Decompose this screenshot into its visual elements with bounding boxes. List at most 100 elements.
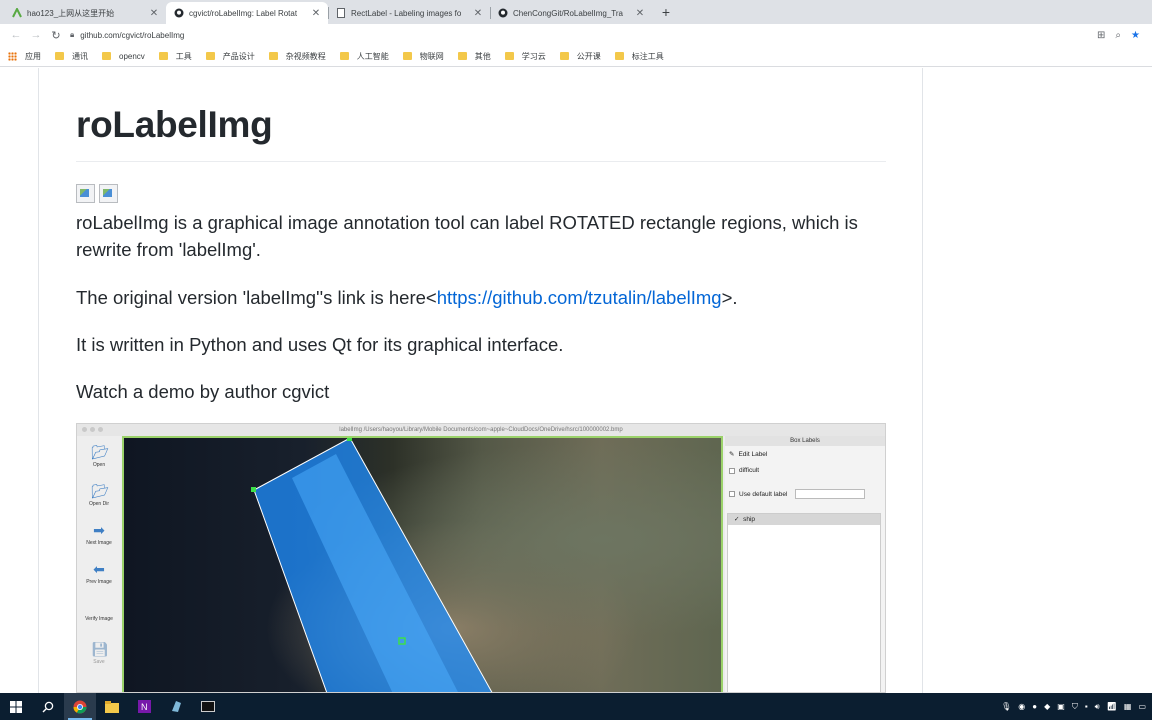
tray-app-icon[interactable]: ▪ (1085, 702, 1088, 711)
paragraph-text: >. (721, 287, 738, 308)
forward-icon[interactable]: → (26, 25, 46, 45)
demo-image-canvas (122, 436, 723, 692)
tray-app-icon[interactable]: ▦ (1124, 702, 1132, 711)
back-icon[interactable]: ← (6, 25, 26, 45)
notifications-icon[interactable]: ▭ (1138, 702, 1146, 711)
volume-icon[interactable]: 🔊︎ (1095, 702, 1100, 712)
demo-screenshot[interactable]: labelImg /Users/haoyou/Library/Mobile Do… (76, 423, 886, 693)
title-divider (76, 161, 886, 162)
new-tab-button[interactable]: + (656, 2, 676, 22)
url-text: github.com/cgvict/roLabelImg (80, 30, 185, 40)
tool-label: Open (92, 462, 106, 468)
broken-image-icon[interactable] (76, 184, 95, 203)
labelimg-link[interactable]: https://github.com/tzutalin/labelImg (437, 287, 722, 308)
bookmark-label: 标注工具 (631, 51, 664, 61)
address-bar[interactable]: 🔒︎ github.com/cgvict/roLabelImg (70, 26, 1091, 44)
network-icon[interactable]: 📶︎ (1107, 702, 1117, 711)
folder-icon (457, 52, 467, 60)
bookmark-label: 学习云 (521, 51, 546, 61)
terminal-icon[interactable] (192, 693, 224, 720)
demo-window-title: labelImg /Users/haoyou/Library/Mobile Do… (339, 427, 623, 433)
label-list-item: ✓ ship (728, 514, 880, 525)
folder-icon (614, 52, 624, 60)
tab-title: ChenCongGit/RoLabelImg_Tra (513, 8, 623, 18)
windows-start-icon[interactable] (0, 693, 32, 720)
reload-icon[interactable]: ↻ (46, 25, 66, 45)
chrome-icon[interactable] (64, 693, 96, 720)
rotated-box-overlay (251, 438, 493, 692)
tray-app-icon[interactable]: ▣ (1057, 702, 1065, 711)
bookmark-folder[interactable]: 公开课 (559, 51, 601, 62)
bookmark-folder[interactable]: 标注工具 (614, 51, 664, 62)
tab-rolabelimg[interactable]: cgvict/roLabelImg: Label Rotat ✕ (166, 2, 328, 24)
save-icon: 💾︎ (91, 641, 109, 657)
file-explorer-icon[interactable] (96, 693, 128, 720)
arrow-left-icon: ⬅ (93, 561, 105, 577)
box-vertex-handle (251, 487, 256, 492)
page-icon (336, 8, 346, 18)
hao123-icon (12, 8, 22, 18)
bookmark-folder[interactable]: opencv (102, 52, 145, 61)
bookmark-folder[interactable]: 产品设计 (205, 51, 255, 62)
bookmark-folder[interactable]: 工具 (158, 51, 192, 62)
readme-original-link: The original version 'labelImg''s link i… (76, 284, 738, 311)
tab-hao123[interactable]: hao123_上网从这里开始 ✕ (4, 2, 166, 24)
tab-rectlabel[interactable]: RectLabel - Labeling images fo ✕ (328, 2, 490, 24)
browser-toolbar: ← → ↻ 🔒︎ github.com/cgvict/roLabelImg ⊞ … (0, 24, 1152, 46)
bookmark-label: 物联网 (419, 51, 444, 61)
tab-title: cgvict/roLabelImg: Label Rotat (189, 8, 298, 18)
broken-image-icon[interactable] (99, 184, 118, 203)
tool-label: Verify Image (85, 616, 113, 622)
bookmark-folder[interactable]: 学习云 (504, 51, 546, 62)
bookmark-folder[interactable]: 通讯 (55, 51, 88, 62)
edit-icon: ✎ (729, 451, 735, 458)
search-icon[interactable] (32, 693, 64, 720)
bookmark-label: 工具 (175, 51, 192, 61)
readme-tech: It is written in Python and uses Qt for … (76, 334, 564, 355)
box-vertex-handle (347, 438, 352, 441)
tray-app-icon[interactable]: ◆ (1044, 702, 1050, 711)
folder-open-icon: 📂︎ (91, 483, 109, 499)
demo-tool-save: 💾︎ Save (79, 641, 119, 665)
arrow-right-icon: ➡ (93, 522, 105, 538)
demo-window-titlebar: labelImg /Users/haoyou/Library/Mobile Do… (77, 424, 885, 436)
difficult-label: difficult (739, 467, 760, 474)
bookmark-star-icon[interactable]: ★ (1131, 30, 1140, 41)
bookmark-label: opencv (119, 51, 145, 61)
bookmark-folder[interactable]: 其他 (457, 51, 491, 62)
panel-title: Box Labels (725, 436, 885, 446)
microphone-icon[interactable]: 🎙︎ (1001, 702, 1011, 711)
page-viewport[interactable]: roLabelImg roLabelImg is a graphical ima… (0, 68, 1152, 693)
close-icon[interactable]: ✕ (472, 8, 484, 19)
close-icon[interactable]: ✕ (148, 8, 160, 19)
tray-app-icon[interactable]: ● (1032, 702, 1037, 711)
demo-tool-open-dir: 📂︎ Open Dir (79, 483, 119, 507)
content-border-left (38, 68, 39, 693)
label-name: ship (743, 516, 756, 523)
close-icon[interactable]: ✕ (310, 8, 322, 19)
badge-row (76, 184, 118, 203)
bookmark-folder[interactable]: 杂视频教程 (268, 51, 326, 62)
default-label-input (795, 489, 866, 499)
tool-label: Next Image (86, 540, 112, 546)
tray-app-icon[interactable]: ◉ (1018, 702, 1025, 711)
edit-label-row: ✎ Edit Label (729, 450, 767, 459)
shield-icon[interactable]: ⛉ (1072, 702, 1078, 712)
tool-label: Open Dir (88, 501, 109, 507)
checkbox (729, 467, 735, 474)
demo-tool-open: 📂︎ Open (79, 444, 119, 468)
demo-tool-next: ➡ Next Image (79, 522, 119, 546)
onenote-icon[interactable]: N (128, 693, 160, 720)
system-tray: 🎙︎ ◉ ● ◆ ▣ ⛉ ▪ 🔊︎ 📶︎ ▦ ▭ (1001, 693, 1146, 720)
lock-icon: 🔒︎ (70, 30, 75, 39)
translate-icon[interactable]: ⊞ (1097, 30, 1105, 41)
bookmark-folder[interactable]: 人工智能 (339, 51, 389, 62)
app-icon[interactable] (160, 693, 192, 720)
close-icon[interactable]: ✕ (634, 8, 646, 19)
folder-icon (339, 52, 349, 60)
bookmark-folder[interactable]: 物联网 (402, 51, 444, 62)
bookmark-label: 公开课 (576, 51, 601, 61)
bookmark-apps[interactable]: 应用 (8, 51, 41, 62)
tab-chencong[interactable]: ChenCongGit/RoLabelImg_Tra ✕ (490, 2, 652, 24)
zoom-icon[interactable]: ⌕ (1115, 30, 1121, 41)
